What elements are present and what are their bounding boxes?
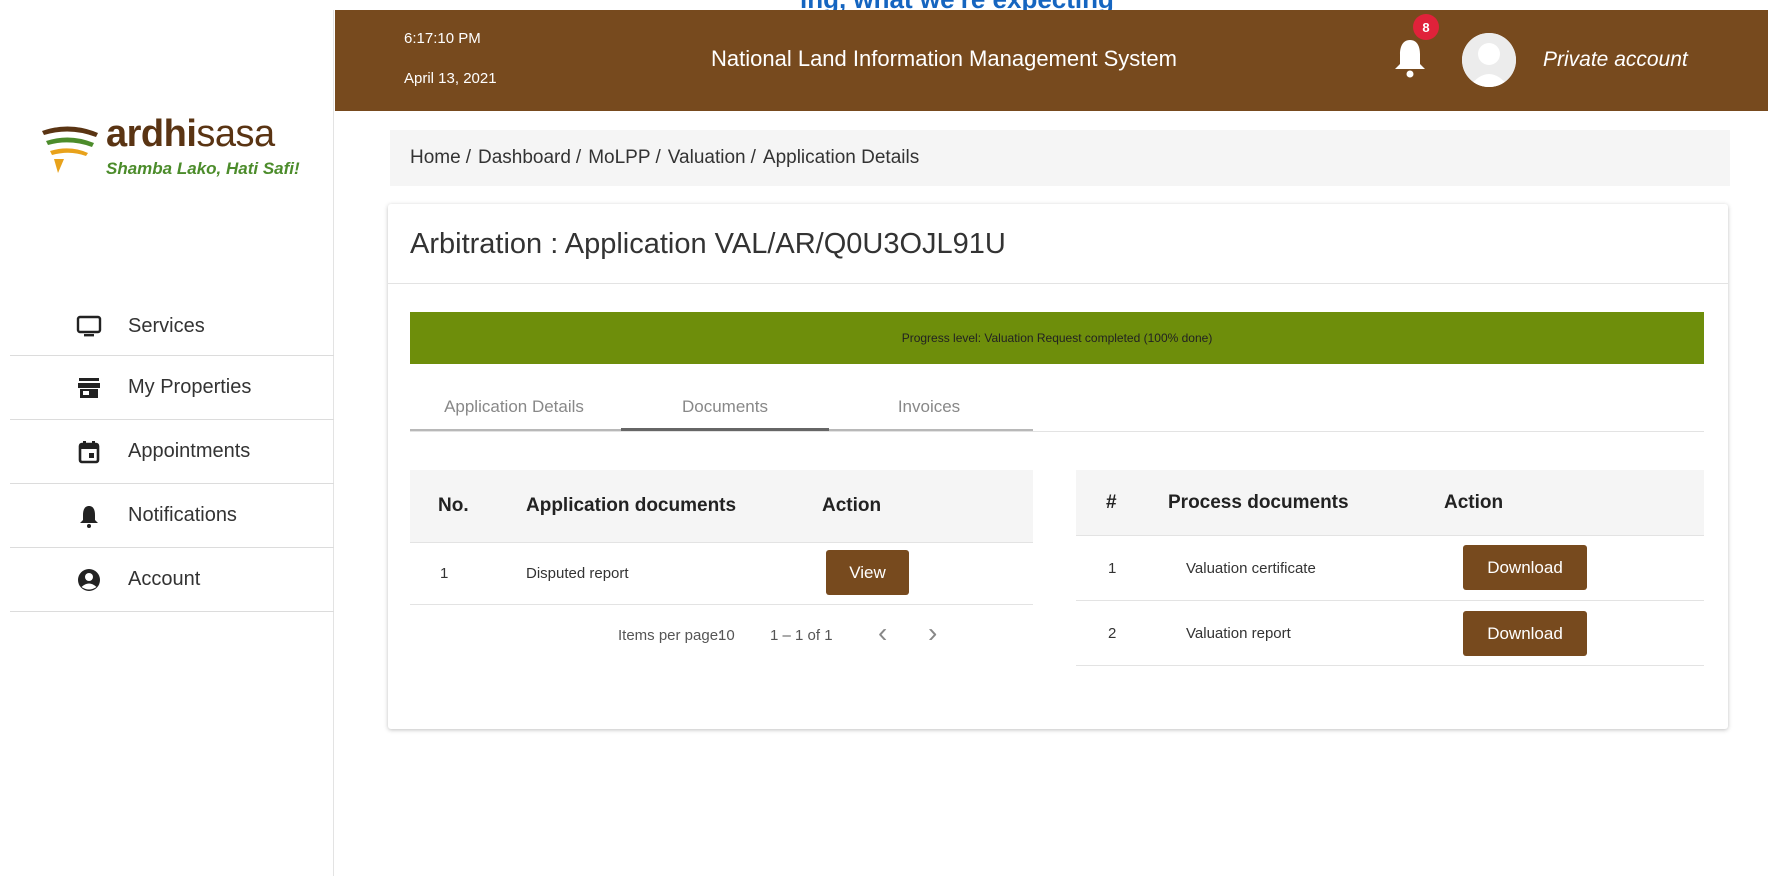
column-header-action: Action bbox=[822, 495, 882, 516]
ardhisasa-logo[interactable]: ardhisasa Shamba Lako, Hati Safi! bbox=[40, 113, 320, 195]
table-row: 1 Disputed report View bbox=[410, 543, 1033, 605]
row-number: 1 bbox=[1108, 559, 1117, 577]
notification-count-badge: 8 bbox=[1413, 14, 1439, 40]
breadcrumb: Home / Dashboard / MoLPP / Valuation / Appli… bbox=[390, 130, 1730, 186]
account-label[interactable]: Private account bbox=[1543, 48, 1688, 72]
sidebar-item-label: My Properties bbox=[128, 376, 252, 398]
monitor-icon bbox=[76, 314, 102, 340]
progress-bar: Progress level: Valuation Request comple… bbox=[410, 312, 1704, 364]
items-per-page-label: Items per page: bbox=[618, 627, 723, 644]
sidebar-item-label: Services bbox=[128, 315, 205, 337]
process-documents-table: # Process documents Action 1 Valuation c… bbox=[1076, 470, 1704, 666]
top-caption-text: ing, what we're expecting bbox=[800, 0, 1114, 10]
card-divider bbox=[388, 283, 1728, 284]
sidebar-item-label: Account bbox=[128, 568, 201, 590]
table-header: No. Application documents Action bbox=[410, 470, 1033, 543]
sidebar-item-notifications[interactable]: Notifications bbox=[10, 484, 334, 548]
logo-light-text: sasa bbox=[196, 113, 275, 155]
paginator: Items per page: 10 1 – 1 of 1 ‹ › bbox=[410, 605, 1033, 667]
sidebar-item-services[interactable]: Services bbox=[10, 298, 334, 356]
breadcrumb-valuation[interactable]: Valuation bbox=[668, 147, 746, 169]
account-circle-icon bbox=[76, 567, 102, 593]
app-title: National Land Information Management Sys… bbox=[711, 46, 1177, 71]
application-card: Arbitration : Application VAL/AR/Q0U3OJL… bbox=[388, 204, 1728, 729]
logo-mark-icon bbox=[42, 126, 98, 173]
sidebar-item-account[interactable]: Account bbox=[10, 548, 334, 612]
page-title: Arbitration : Application VAL/AR/Q0U3OJL… bbox=[410, 228, 1006, 260]
breadcrumb-separator: / bbox=[575, 147, 582, 168]
document-name: Disputed report bbox=[526, 565, 629, 582]
tab-bar: Application Details Documents Invoices bbox=[410, 382, 1704, 432]
column-header-application-documents: Application documents bbox=[526, 495, 737, 516]
clock-date: April 13, 2021 bbox=[404, 70, 497, 87]
breadcrumb-home[interactable]: Home bbox=[410, 147, 461, 169]
sidebar-item-my-properties[interactable]: My Properties bbox=[10, 356, 334, 420]
column-header-process-documents: Process documents bbox=[1168, 491, 1349, 513]
logo-wordmark: ardhisasa bbox=[106, 113, 275, 156]
sidebar-item-label: Notifications bbox=[128, 504, 237, 526]
breadcrumb-molpp[interactable]: MoLPP bbox=[588, 147, 650, 169]
table-row: 2 Valuation report Download bbox=[1076, 601, 1704, 666]
logo-tagline: Shamba Lako, Hati Safi! bbox=[106, 159, 300, 178]
document-name: Valuation certificate bbox=[1186, 559, 1316, 577]
tab-documents[interactable]: Documents bbox=[621, 382, 829, 432]
tab-application-details[interactable]: Application Details bbox=[410, 382, 618, 432]
sidebar: ardhisasa Shamba Lako, Hati Safi! Servic… bbox=[0, 10, 334, 876]
breadcrumb-separator: / bbox=[750, 147, 756, 168]
tab-active-indicator bbox=[621, 428, 829, 431]
page-range: 1 – 1 of 1 bbox=[770, 627, 833, 644]
breadcrumb-separator: / bbox=[655, 147, 661, 168]
items-per-page-select[interactable]: 10 bbox=[718, 627, 735, 644]
progress-text: Progress level: Valuation Request comple… bbox=[901, 331, 1213, 345]
column-header-number: # bbox=[1106, 491, 1117, 513]
application-documents-table: No. Application documents Action 1 Dispu… bbox=[410, 470, 1033, 667]
bell-icon bbox=[76, 503, 102, 529]
top-header: 6:17:10 PM April 13, 2021 National Land … bbox=[335, 10, 1768, 111]
row-number: 2 bbox=[1108, 624, 1117, 642]
sidebar-item-label: Appointments bbox=[128, 440, 251, 462]
download-button[interactable]: Download bbox=[1463, 545, 1587, 590]
clock-time: 6:17:10 PM bbox=[404, 30, 481, 47]
next-page-icon[interactable]: › bbox=[928, 617, 937, 649]
column-header-action: Action bbox=[1444, 491, 1504, 513]
document-name: Valuation report bbox=[1186, 624, 1291, 642]
sidebar-nav: Services My Properties Appointments Noti… bbox=[10, 298, 334, 612]
table-header: # Process documents Action bbox=[1076, 470, 1704, 536]
breadcrumb-current: Application Details bbox=[762, 147, 920, 168]
breadcrumb-dashboard[interactable]: Dashboard bbox=[478, 147, 571, 169]
calendar-icon bbox=[76, 439, 102, 465]
logo-bold-text: ardhi bbox=[106, 113, 197, 155]
top-caption-strip: ing, what we're expecting bbox=[0, 0, 1768, 10]
sidebar-item-appointments[interactable]: Appointments bbox=[10, 420, 334, 484]
storefront-icon bbox=[76, 375, 102, 401]
notifications-bell-icon[interactable] bbox=[1393, 34, 1427, 80]
breadcrumb-separator: / bbox=[465, 147, 471, 168]
table-row: 1 Valuation certificate Download bbox=[1076, 536, 1704, 601]
avatar[interactable] bbox=[1462, 33, 1516, 87]
prev-page-icon[interactable]: ‹ bbox=[878, 617, 887, 649]
row-number: 1 bbox=[440, 565, 449, 582]
column-header-no: No. bbox=[438, 495, 469, 516]
download-button[interactable]: Download bbox=[1463, 611, 1587, 656]
tab-invoices[interactable]: Invoices bbox=[825, 382, 1033, 432]
view-button[interactable]: View bbox=[826, 550, 909, 595]
